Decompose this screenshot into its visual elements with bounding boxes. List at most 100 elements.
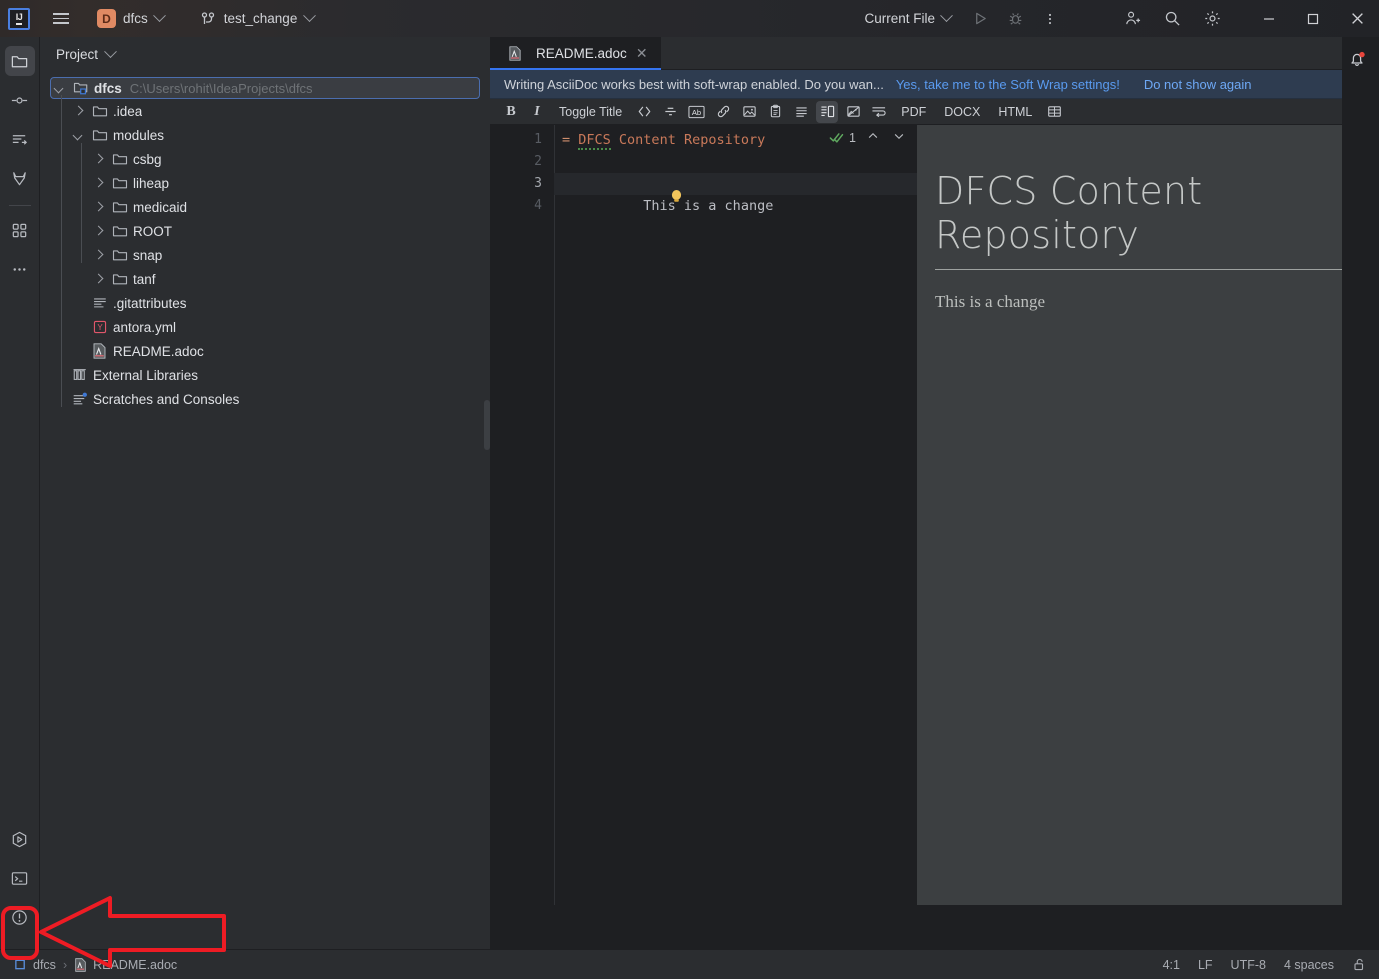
code-button[interactable] bbox=[633, 101, 655, 123]
read-only-toggle[interactable] bbox=[1352, 957, 1367, 972]
editor-tab-close-icon[interactable]: ✕ bbox=[635, 46, 649, 60]
line-number-1[interactable]: 1 bbox=[490, 129, 554, 151]
run-icon[interactable] bbox=[967, 6, 993, 32]
project-tool-button[interactable] bbox=[4, 46, 35, 76]
tree-row-external-libraries[interactable]: External Libraries bbox=[40, 363, 490, 387]
code-line-3[interactable]: This is a change bbox=[554, 173, 917, 214]
tree-row-csbg[interactable]: csbg bbox=[40, 147, 490, 171]
tree-row-readme-adoc[interactable]: README.adoc bbox=[40, 339, 490, 363]
line-number-2[interactable]: 2 bbox=[490, 151, 554, 173]
tree-row-modules[interactable]: modules bbox=[40, 123, 490, 147]
chevron-right-icon[interactable] bbox=[92, 177, 105, 190]
chevron-down-icon bbox=[940, 9, 953, 23]
debug-icon[interactable] bbox=[1002, 6, 1028, 32]
chevron-down-icon[interactable] bbox=[104, 44, 117, 58]
chevron-right-icon[interactable] bbox=[92, 201, 105, 214]
tool-window-splitter[interactable] bbox=[484, 400, 490, 450]
source-editor[interactable]: 1234 = DFCS Content Repository This is a… bbox=[490, 125, 917, 905]
maximize-button[interactable] bbox=[1291, 0, 1335, 37]
chevron-right-icon[interactable] bbox=[92, 225, 105, 238]
code-line-2[interactable] bbox=[554, 151, 917, 173]
strikethrough-button[interactable] bbox=[659, 101, 681, 123]
table-button[interactable] bbox=[1043, 101, 1065, 123]
split-view-button[interactable] bbox=[816, 100, 839, 123]
chevron-down-icon[interactable] bbox=[53, 82, 66, 95]
tree-row-scratches-and-consoles[interactable]: Scratches and Consoles bbox=[40, 387, 490, 411]
image-button[interactable] bbox=[738, 101, 760, 123]
tree-row--gitattributes[interactable]: .gitattributes bbox=[40, 291, 490, 315]
preview-only-button[interactable] bbox=[842, 101, 864, 123]
chevron-right-icon[interactable] bbox=[92, 273, 105, 286]
italic-button[interactable]: I bbox=[526, 101, 548, 123]
gitlab-icon bbox=[13, 171, 26, 185]
terminal-tool-button[interactable] bbox=[5, 863, 35, 893]
inspection-widget[interactable]: 1 bbox=[829, 130, 905, 145]
branch-widget[interactable]: test_change bbox=[193, 8, 322, 30]
breadcrumb-file[interactable]: README.adoc bbox=[74, 958, 177, 972]
minimize-button[interactable] bbox=[1247, 0, 1291, 37]
caret-position-label[interactable]: 4:1 bbox=[1163, 958, 1180, 972]
unlocked-icon bbox=[1354, 958, 1364, 971]
problems-tool-button[interactable] bbox=[5, 902, 35, 932]
code-line-4[interactable] bbox=[554, 195, 917, 217]
search-icon[interactable] bbox=[1159, 6, 1185, 32]
project-panel-header[interactable]: Project bbox=[40, 37, 490, 71]
chevron-down-icon[interactable] bbox=[72, 129, 85, 142]
gitlab-tool-button[interactable] bbox=[5, 163, 35, 193]
tree-row-root[interactable]: ROOT bbox=[40, 219, 490, 243]
line-separator-label[interactable]: LF bbox=[1198, 958, 1213, 972]
attribute-button[interactable]: Ab bbox=[685, 101, 708, 123]
line-number-4[interactable]: 4 bbox=[490, 195, 554, 217]
tree-row-liheap[interactable]: liheap bbox=[40, 171, 490, 195]
run-tool-button[interactable] bbox=[5, 824, 35, 854]
intention-bulb-icon[interactable] bbox=[572, 167, 681, 202]
encoding-label[interactable]: UTF-8 bbox=[1231, 958, 1266, 972]
export-html-button[interactable]: HTML bbox=[991, 101, 1039, 123]
folder-icon bbox=[111, 223, 128, 240]
toggle-title-button[interactable]: Toggle Title bbox=[552, 101, 629, 123]
tree-row-snap[interactable]: snap bbox=[40, 243, 490, 267]
line-number-gutter: 1234 bbox=[490, 125, 554, 905]
close-button[interactable] bbox=[1335, 0, 1379, 37]
chevron-right-icon[interactable] bbox=[92, 249, 105, 262]
pull-requests-tool-button[interactable] bbox=[5, 124, 35, 154]
indent-label[interactable]: 4 spaces bbox=[1284, 958, 1334, 972]
line-number-3[interactable]: 3 bbox=[490, 173, 554, 195]
adoc-heading-marker: = bbox=[562, 132, 571, 148]
git-branch-icon bbox=[201, 11, 214, 24]
link-button[interactable] bbox=[712, 101, 734, 123]
clipboard-icon bbox=[770, 104, 780, 118]
tree-row--idea[interactable]: .idea bbox=[40, 99, 490, 123]
tree-row-medicaid[interactable]: medicaid bbox=[40, 195, 490, 219]
soft-wrap-button[interactable] bbox=[868, 101, 890, 123]
notification-dismiss-link[interactable]: Do not show again bbox=[1144, 77, 1252, 92]
inspection-prev-button[interactable] bbox=[867, 130, 879, 145]
tree-row-antora-yml[interactable]: Yantora.yml bbox=[40, 315, 490, 339]
commit-tool-button[interactable] bbox=[5, 85, 35, 115]
notification-action-link[interactable]: Yes, take me to the Soft Wrap settings! bbox=[896, 77, 1120, 92]
more-vertical-icon[interactable] bbox=[1037, 6, 1063, 32]
bold-button[interactable]: B bbox=[500, 101, 522, 123]
chevron-right-icon[interactable] bbox=[92, 153, 105, 166]
preview-title: DFCS Content Repository bbox=[935, 169, 1361, 270]
tree-row-dfcs[interactable]: dfcs C:\Users\rohit\IdeaProjects\dfcs bbox=[50, 77, 480, 99]
clipboard-button[interactable] bbox=[764, 101, 786, 123]
list-button[interactable] bbox=[790, 101, 812, 123]
export-pdf-button[interactable]: PDF bbox=[894, 101, 933, 123]
code-content[interactable]: = DFCS Content Repository This is a chan… bbox=[554, 125, 917, 905]
inspection-next-button[interactable] bbox=[893, 130, 905, 145]
gear-icon[interactable] bbox=[1199, 6, 1225, 32]
editor-tab-readme[interactable]: README.adoc ✕ bbox=[490, 37, 661, 70]
more-tool-windows-button[interactable] bbox=[5, 254, 35, 284]
export-docx-button[interactable]: DOCX bbox=[937, 101, 987, 123]
notification-bell-button[interactable] bbox=[1343, 45, 1371, 73]
add-user-icon[interactable] bbox=[1119, 6, 1145, 32]
plugins-tool-button[interactable] bbox=[5, 215, 35, 245]
chevron-right-icon[interactable] bbox=[72, 105, 85, 118]
run-configuration-selector[interactable]: Current File bbox=[857, 8, 958, 29]
tree-row-tanf[interactable]: tanf bbox=[40, 267, 490, 291]
project-widget[interactable]: D dfcs bbox=[90, 6, 171, 31]
run-widget: Current File bbox=[857, 6, 1063, 32]
breadcrumb-module[interactable]: dfcs bbox=[14, 958, 56, 972]
hamburger-menu-icon[interactable] bbox=[50, 8, 72, 30]
